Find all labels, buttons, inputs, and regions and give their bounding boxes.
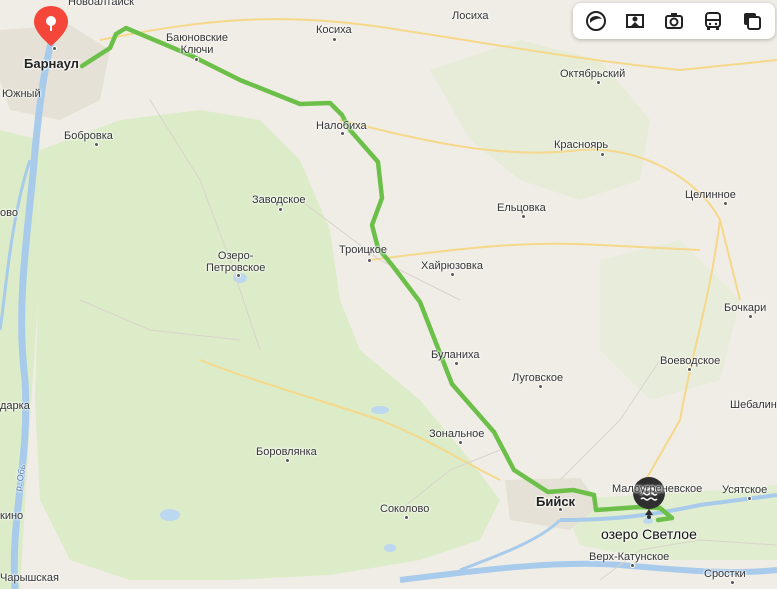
label-bulanikha: Буланиха [431,349,480,361]
dot-bayunovskie [194,57,199,62]
dot-khairyuzovka [450,272,455,277]
label-shebalino: Шебалин [730,399,777,411]
dot-ust-isk [747,496,752,501]
dot-bulanikha [454,361,459,366]
label-kino: кино [0,510,24,522]
label-losikha: Лосиха [452,10,489,22]
dot-sokolovo [404,515,409,520]
dot-ozero-petrovskoe [236,273,241,278]
label-ozero-svetloe: озеро Светлое [601,526,697,542]
label-darka: дарка [0,400,30,412]
label-srostki: Сростки [704,568,746,580]
label-malougrenevskoe: Малоугреневское [612,483,703,495]
start-marker[interactable] [34,6,68,50]
dot-troitskoe [367,258,372,263]
dot-verkh-katunskoe [630,563,635,568]
map-style-button[interactable] [736,7,768,35]
dot-krasnoyary [600,152,605,157]
label-eltsovka: Ельцовка [497,202,546,214]
label-tselinnoe: Целинное [685,189,736,201]
label-bochkari: Бочкари [724,302,767,314]
label-zavodskoe: Заводское [252,194,306,206]
panorama-icon [626,14,645,28]
label-zonalnoe: Зональное [429,428,485,440]
label-biysk: Бийск [536,494,576,509]
label-oktyabrsky: Октябрьский [560,68,626,80]
dot-bochkari [748,314,753,319]
transit-icon [704,12,721,30]
label-borovlyanka: Боровлянка [256,446,317,458]
dot-eltsovka [521,214,526,219]
label-novoaltaysk: Новоалтайск [68,0,134,8]
label-verkh-katunskoe: Верх-Катунское [589,551,670,563]
label-lugovskoe: Луговское [512,372,564,384]
label-sokolovo: Соколово [380,503,430,515]
label-bobrovka: Бобровка [64,130,113,142]
dot-kosikha [332,37,337,42]
label-charyshskaya: Чарышская [0,572,59,584]
map-style-icon [743,13,761,30]
camera-button[interactable] [658,7,690,35]
dot-bobrovka [94,142,99,147]
label-barnaul: Барнаул [24,56,79,71]
dot-tselinnoe [723,201,728,206]
layers-icon [586,11,607,31]
label-yuzhny: Южный [2,88,41,100]
transit-button[interactable] [697,7,729,35]
map-toolbar [573,3,775,39]
label-troitskoe: Троицкое [339,244,387,256]
label-ovo: ово [0,207,18,219]
label-voevodskoe: Воеводское [660,355,721,367]
label-khairyuzovka: Хайрюзовка [421,260,484,272]
dot-oktyabrsky [596,80,601,85]
camera-icon [664,13,683,29]
label-ust-isk: Усятское [722,484,768,496]
label-krasnoyary: Красноярь [554,139,609,151]
dot-barnaul [52,46,57,51]
label-ozero-petrovskoe: Озеро- Петровское [206,250,266,274]
dot-zavodskoe [278,207,283,212]
dot-voevodskoe [687,367,692,372]
layers-button[interactable] [580,7,612,35]
label-kosikha: Косиха [316,24,352,36]
dot-srostki [730,580,735,585]
label-bayunovskie-klyuchi: Баюновские Ключи [165,32,229,56]
panorama-button[interactable] [619,7,651,35]
dot-biysk [558,507,563,512]
dot-lugovskoe [538,384,543,389]
dot-borovlyanka [285,458,290,463]
dot-zonalnoe [458,440,463,445]
dot-nalobikha [340,131,345,136]
start-pin-icon [34,6,68,46]
